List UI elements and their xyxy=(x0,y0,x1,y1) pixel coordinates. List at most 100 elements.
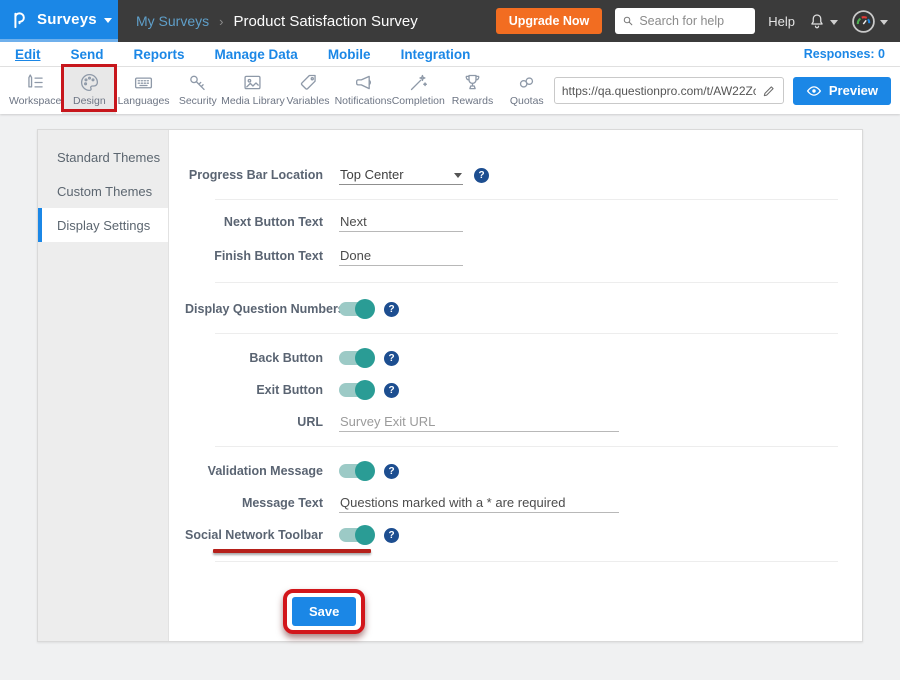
validation-message-row: Validation Message ? xyxy=(185,459,838,483)
display-question-numbers-label: Display Question Numbers xyxy=(185,302,323,316)
toolbar-item-security[interactable]: Security xyxy=(171,67,225,114)
toolbar-item-languages[interactable]: Languages xyxy=(116,67,170,114)
message-text-label: Message Text xyxy=(185,496,323,510)
message-text-input[interactable] xyxy=(339,493,619,513)
questionpro-logo-icon xyxy=(10,9,30,31)
menu-item-send[interactable]: Send xyxy=(71,47,104,62)
edit-pencil-icon[interactable] xyxy=(762,84,776,98)
exit-button-toggle[interactable] xyxy=(339,383,373,397)
finish-button-text-input[interactable] xyxy=(339,246,463,266)
keyboard-icon xyxy=(133,72,154,93)
upgrade-now-button[interactable]: Upgrade Now xyxy=(496,8,603,34)
social-network-toolbar-row: Social Network Toolbar ? xyxy=(185,523,838,547)
toolbar-item-workspace[interactable]: Workspace xyxy=(8,67,62,114)
toolbar-item-design[interactable]: Design xyxy=(62,67,116,114)
help-icon[interactable]: ? xyxy=(384,464,399,479)
sidebar-item-standard-themes[interactable]: Standard Themes xyxy=(38,140,168,174)
progress-bar-location-label: Progress Bar Location xyxy=(185,168,323,182)
search-icon xyxy=(622,14,634,28)
help-icon[interactable]: ? xyxy=(384,383,399,398)
progress-bar-location-select[interactable]: Top Center xyxy=(339,165,463,185)
help-search-box[interactable] xyxy=(615,8,755,34)
sidebar-item-display-settings[interactable]: Display Settings xyxy=(38,208,168,242)
help-icon[interactable]: ? xyxy=(474,168,489,183)
exit-url-row: URL xyxy=(185,410,838,434)
breadcrumb-separator: › xyxy=(219,14,223,29)
sidebar-item-custom-themes[interactable]: Custom Themes xyxy=(38,174,168,208)
menu-item-reports[interactable]: Reports xyxy=(134,47,185,62)
key-icon xyxy=(187,72,208,93)
exit-button-label: Exit Button xyxy=(185,383,323,397)
page-title: Product Satisfaction Survey xyxy=(233,13,417,30)
menu-item-integration[interactable]: Integration xyxy=(401,47,471,62)
design-settings-card: Standard Themes Custom Themes Display Se… xyxy=(37,129,863,642)
help-icon[interactable]: ? xyxy=(384,528,399,543)
exit-url-input[interactable] xyxy=(339,412,619,432)
toolbar-item-notifications[interactable]: Notifications xyxy=(335,67,391,114)
magic-wand-icon xyxy=(408,72,429,93)
next-button-text-label: Next Button Text xyxy=(185,215,323,229)
menu-item-manage-data[interactable]: Manage Data xyxy=(215,47,298,62)
chevron-down-icon xyxy=(454,173,462,178)
menu-item-mobile[interactable]: Mobile xyxy=(328,47,371,62)
progress-bar-location-row: Progress Bar Location Top Center ? xyxy=(185,163,838,187)
back-button-row: Back Button ? xyxy=(185,346,838,370)
megaphone-icon xyxy=(353,72,374,93)
edit-toolbar: Workspace Design Languages Security Medi… xyxy=(0,67,900,114)
avatar xyxy=(851,9,876,34)
exit-url-label: URL xyxy=(185,415,323,429)
responses-count[interactable]: Responses: 0 xyxy=(804,47,885,61)
toolbar-item-variables[interactable]: Variables xyxy=(281,67,335,114)
validation-message-toggle[interactable] xyxy=(339,464,373,478)
chevron-down-icon xyxy=(880,20,888,25)
social-network-toolbar-toggle[interactable] xyxy=(339,528,373,542)
bell-icon xyxy=(808,12,826,30)
toolbar-item-media-library[interactable]: Media Library xyxy=(225,67,281,114)
next-button-text-row: Next Button Text xyxy=(185,210,838,234)
survey-menubar: Edit Send Reports Manage Data Mobile Int… xyxy=(0,42,900,67)
back-button-label: Back Button xyxy=(185,351,323,365)
annotation-box-save: Save xyxy=(283,589,365,634)
palette-icon xyxy=(79,72,100,93)
survey-url-value: https://qa.questionpro.com/t/AW22Zcq2J xyxy=(562,84,756,98)
divider xyxy=(215,199,838,200)
divider xyxy=(215,282,838,283)
help-icon[interactable]: ? xyxy=(384,351,399,366)
finish-button-text-label: Finish Button Text xyxy=(185,249,323,263)
finish-button-text-row: Finish Button Text xyxy=(185,244,838,268)
back-button-toggle[interactable] xyxy=(339,351,373,365)
account-menu[interactable] xyxy=(851,9,888,34)
toolbar-item-quotas[interactable]: Quotas xyxy=(500,67,554,114)
help-link[interactable]: Help xyxy=(768,14,795,29)
trophy-icon xyxy=(462,72,483,93)
top-header: Surveys My Surveys › Product Satisfactio… xyxy=(0,0,900,42)
divider xyxy=(215,446,838,447)
app-logo-menu[interactable]: Surveys xyxy=(0,0,118,42)
preview-button[interactable]: Preview xyxy=(793,77,891,105)
tag-icon xyxy=(298,72,319,93)
toolbar-item-rewards[interactable]: Rewards xyxy=(445,67,499,114)
validation-message-label: Validation Message xyxy=(185,464,323,478)
divider xyxy=(215,561,838,562)
workspace-icon xyxy=(25,72,46,93)
search-input[interactable] xyxy=(639,14,748,28)
design-sidebar: Standard Themes Custom Themes Display Se… xyxy=(38,130,169,641)
display-settings-form: Progress Bar Location Top Center ? Next … xyxy=(169,130,862,641)
toolbar-item-completion[interactable]: Completion xyxy=(391,67,445,114)
chain-link-icon xyxy=(516,72,537,93)
display-question-numbers-row: Display Question Numbers ? xyxy=(185,297,838,321)
annotation-underline-social xyxy=(213,549,371,553)
exit-button-row: Exit Button ? xyxy=(185,378,838,402)
next-button-text-input[interactable] xyxy=(339,212,463,232)
breadcrumb: My Surveys › Product Satisfaction Survey xyxy=(136,13,418,30)
display-question-numbers-toggle[interactable] xyxy=(339,302,373,316)
image-icon xyxy=(242,72,263,93)
notifications-menu[interactable] xyxy=(808,12,838,30)
breadcrumb-my-surveys[interactable]: My Surveys xyxy=(136,13,209,29)
survey-url-field[interactable]: https://qa.questionpro.com/t/AW22Zcq2J xyxy=(554,77,784,104)
chevron-down-icon xyxy=(104,18,112,23)
save-button[interactable]: Save xyxy=(292,597,356,626)
menu-item-edit[interactable]: Edit xyxy=(15,47,41,62)
help-icon[interactable]: ? xyxy=(384,302,399,317)
chevron-down-icon xyxy=(830,20,838,25)
